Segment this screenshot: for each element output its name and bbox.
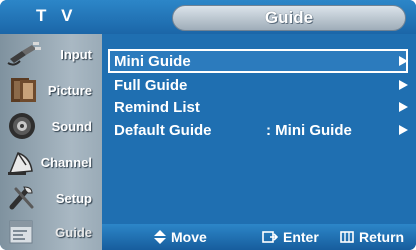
sidebar-item-label: Setup [55, 191, 92, 206]
arrow-right-icon [399, 102, 408, 112]
menu-item-remind-list[interactable]: Remind List [114, 97, 410, 119]
picture-frame-icon [11, 78, 36, 102]
up-down-arrows-icon [154, 230, 166, 244]
hint-move-label: Move [171, 229, 207, 245]
tv-section-label: T V [36, 6, 78, 25]
sidebar-item-setup[interactable]: Setup [0, 180, 102, 216]
sidebar-item-picture[interactable]: Picture [0, 72, 102, 108]
menu-item-value: : Mini Guide [266, 122, 352, 139]
program-guide-icon [9, 220, 33, 244]
arrow-right-icon [399, 80, 408, 90]
sidebar: Input Picture Sound Channel Setup Guide [0, 34, 102, 250]
sidebar-item-label: Guide [55, 225, 92, 240]
sidebar-item-channel[interactable]: Channel [0, 144, 102, 180]
hint-move: Move [154, 229, 207, 245]
sidebar-item-label: Input [60, 47, 92, 62]
sidebar-item-sound[interactable]: Sound [0, 108, 102, 144]
menu-item-label: Default Guide [114, 122, 212, 139]
hint-return: Return [340, 229, 404, 245]
hint-enter: Enter [262, 229, 319, 245]
satellite-dish-icon [8, 152, 33, 175]
menu-item-label: Mini Guide [114, 53, 191, 70]
menu-item-full-guide[interactable]: Full Guide [114, 75, 410, 97]
hint-return-label: Return [359, 229, 405, 245]
setup-tools-icon [9, 186, 34, 210]
footer-hints: Move Enter Return [102, 224, 416, 250]
enter-icon [262, 230, 278, 243]
sidebar-item-label: Picture [47, 83, 92, 98]
arrow-right-icon [399, 56, 408, 66]
tv-osd-menu: T V Guide Input Picture Sound Channel Se… [0, 0, 416, 250]
sidebar-item-label: Sound [51, 119, 92, 134]
menu-item-default-guide[interactable]: Default Guide : Mini Guide [114, 120, 410, 142]
sidebar-item-guide[interactable]: Guide [0, 214, 102, 250]
sidebar-item-input[interactable]: Input [0, 36, 102, 72]
return-icon [340, 231, 354, 243]
arrow-right-icon [399, 125, 408, 135]
sidebar-item-label: Channel [40, 155, 92, 170]
menu-item-label: Full Guide [114, 77, 188, 94]
menu-item-label: Remind List [114, 99, 200, 116]
header-bar: T V Guide [0, 0, 416, 34]
page-title: Guide [264, 8, 314, 27]
hint-enter-label: Enter [283, 229, 319, 245]
page-title-pill: Guide [172, 5, 406, 31]
input-plug-icon [7, 42, 41, 66]
menu-panel: Mini Guide Full Guide Remind List Defaul… [102, 34, 416, 224]
menu-item-mini-guide[interactable]: Mini Guide [114, 51, 410, 73]
speaker-icon [9, 113, 35, 139]
